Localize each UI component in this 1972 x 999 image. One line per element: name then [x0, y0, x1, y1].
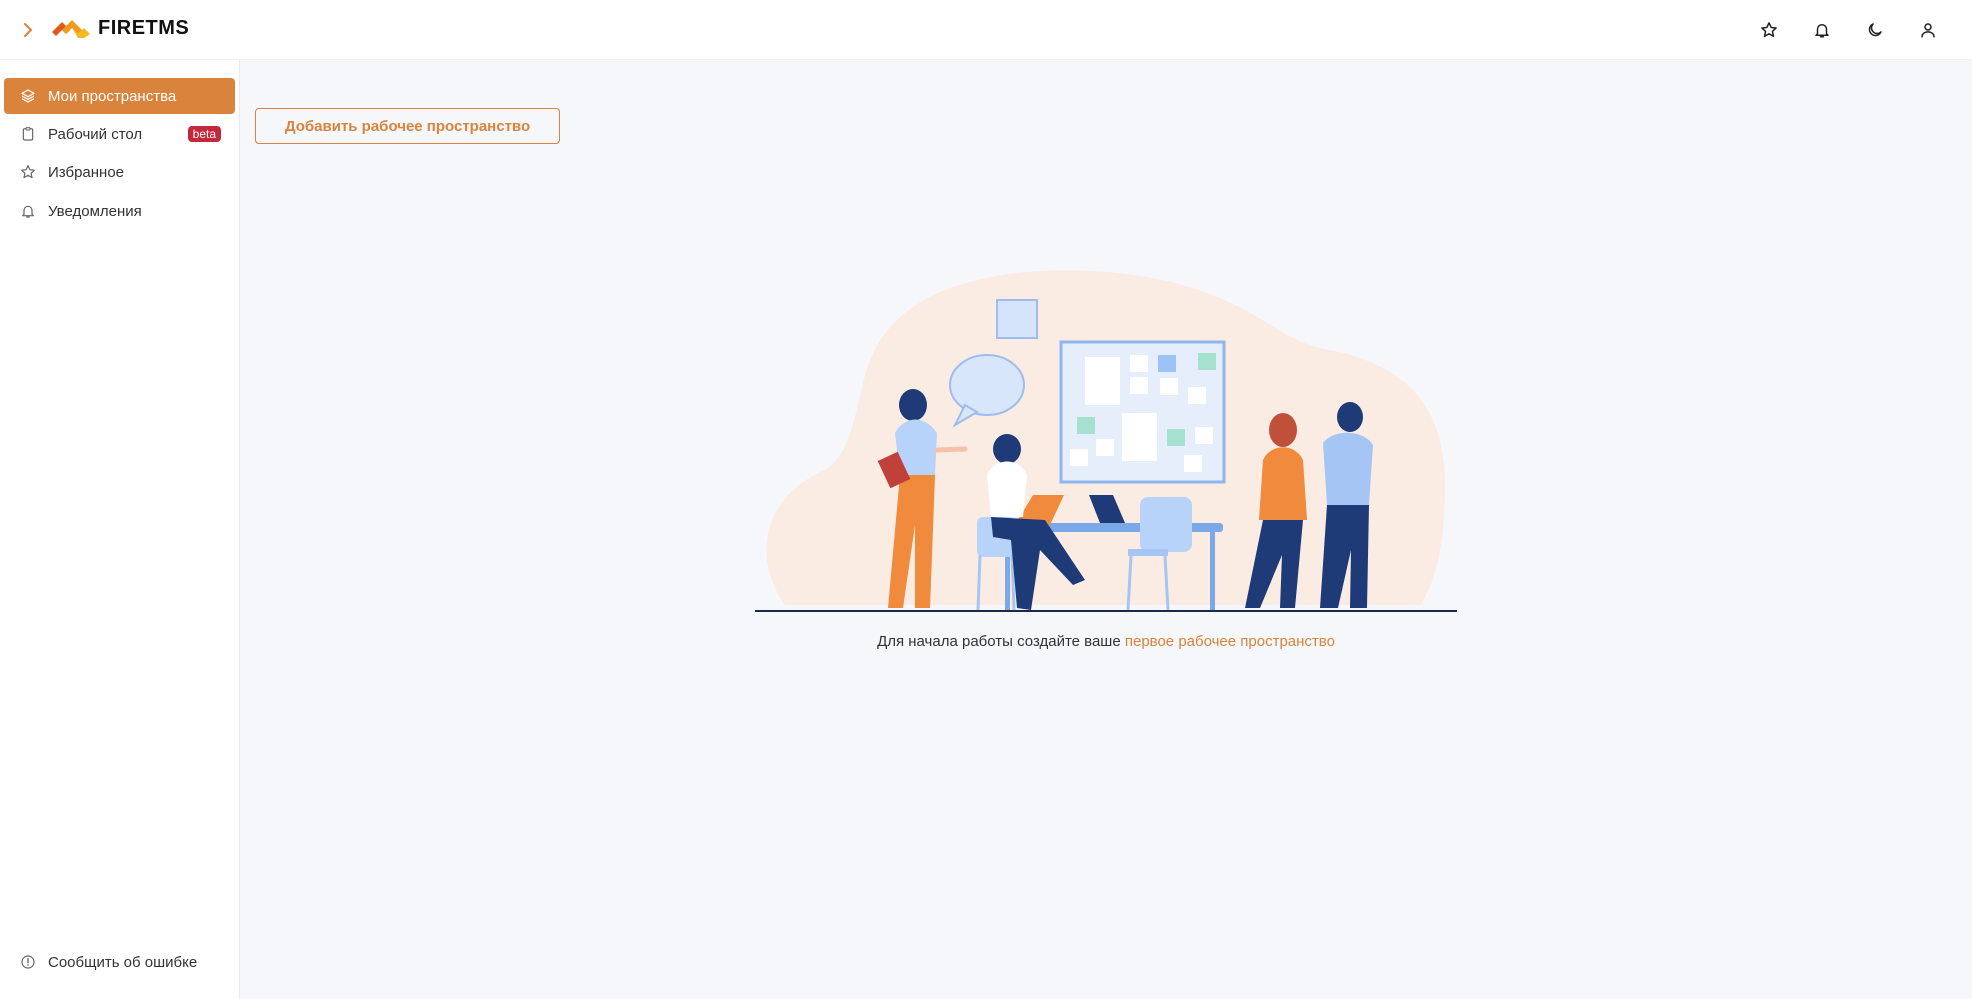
sidebar-item-label: Мои пространства — [48, 87, 177, 105]
theme-toggle-button[interactable] — [1859, 14, 1891, 46]
notifications-button[interactable] — [1806, 14, 1838, 46]
bell-icon — [1815, 24, 1829, 38]
brand-name: FIRETMS — [98, 16, 190, 39]
star-icon — [1761, 22, 1777, 38]
beta-badge: beta — [187, 126, 221, 142]
sidebar-item-label: Избранное — [48, 163, 125, 181]
layers-icon — [20, 88, 36, 104]
sidebar-item-favorites[interactable]: Избранное — [4, 154, 235, 190]
moon-icon — [1868, 23, 1882, 37]
empty-state-message: Для начала работы создайте ваше первое р… — [755, 633, 1457, 650]
profile-button[interactable] — [1912, 14, 1944, 46]
create-first-workspace-link[interactable]: первое рабочее пространство — [1125, 633, 1335, 650]
favorites-button[interactable] — [1753, 14, 1785, 46]
sidebar-item-label: Уведомления — [48, 202, 142, 220]
empty-state-text: Для начала работы создайте ваше — [877, 633, 1121, 650]
header-actions — [1753, 14, 1944, 46]
info-icon — [20, 954, 36, 970]
star-icon — [20, 164, 36, 180]
user-icon — [1921, 23, 1935, 38]
top-header: FIRETMS — [0, 0, 1972, 60]
brand-logo[interactable]: FIRETMS — [50, 16, 189, 40]
sidebar-item-my-spaces[interactable]: Мои пространства — [4, 78, 235, 114]
clipboard-icon — [20, 126, 36, 142]
sidebar-item-label: Рабочий стол — [48, 125, 143, 143]
sidebar-item-desktop[interactable]: Рабочий стол beta — [4, 116, 235, 152]
sidebar-item-notifications[interactable]: Уведомления — [4, 193, 235, 229]
empty-state-illustration — [755, 270, 1457, 612]
bell-icon — [20, 203, 36, 219]
sidebar-toggle-button[interactable] — [18, 19, 38, 41]
sidebar: Мои пространства Рабочий стол beta Избра… — [0, 60, 240, 999]
chevron-right-icon — [24, 23, 32, 37]
fire-logo-icon — [52, 20, 90, 38]
report-bug-label: Сообщить об ошибке — [48, 953, 198, 971]
add-workspace-button[interactable]: Добавить рабочее пространство — [255, 108, 560, 144]
report-bug-button[interactable]: Сообщить об ошибке — [4, 944, 235, 980]
